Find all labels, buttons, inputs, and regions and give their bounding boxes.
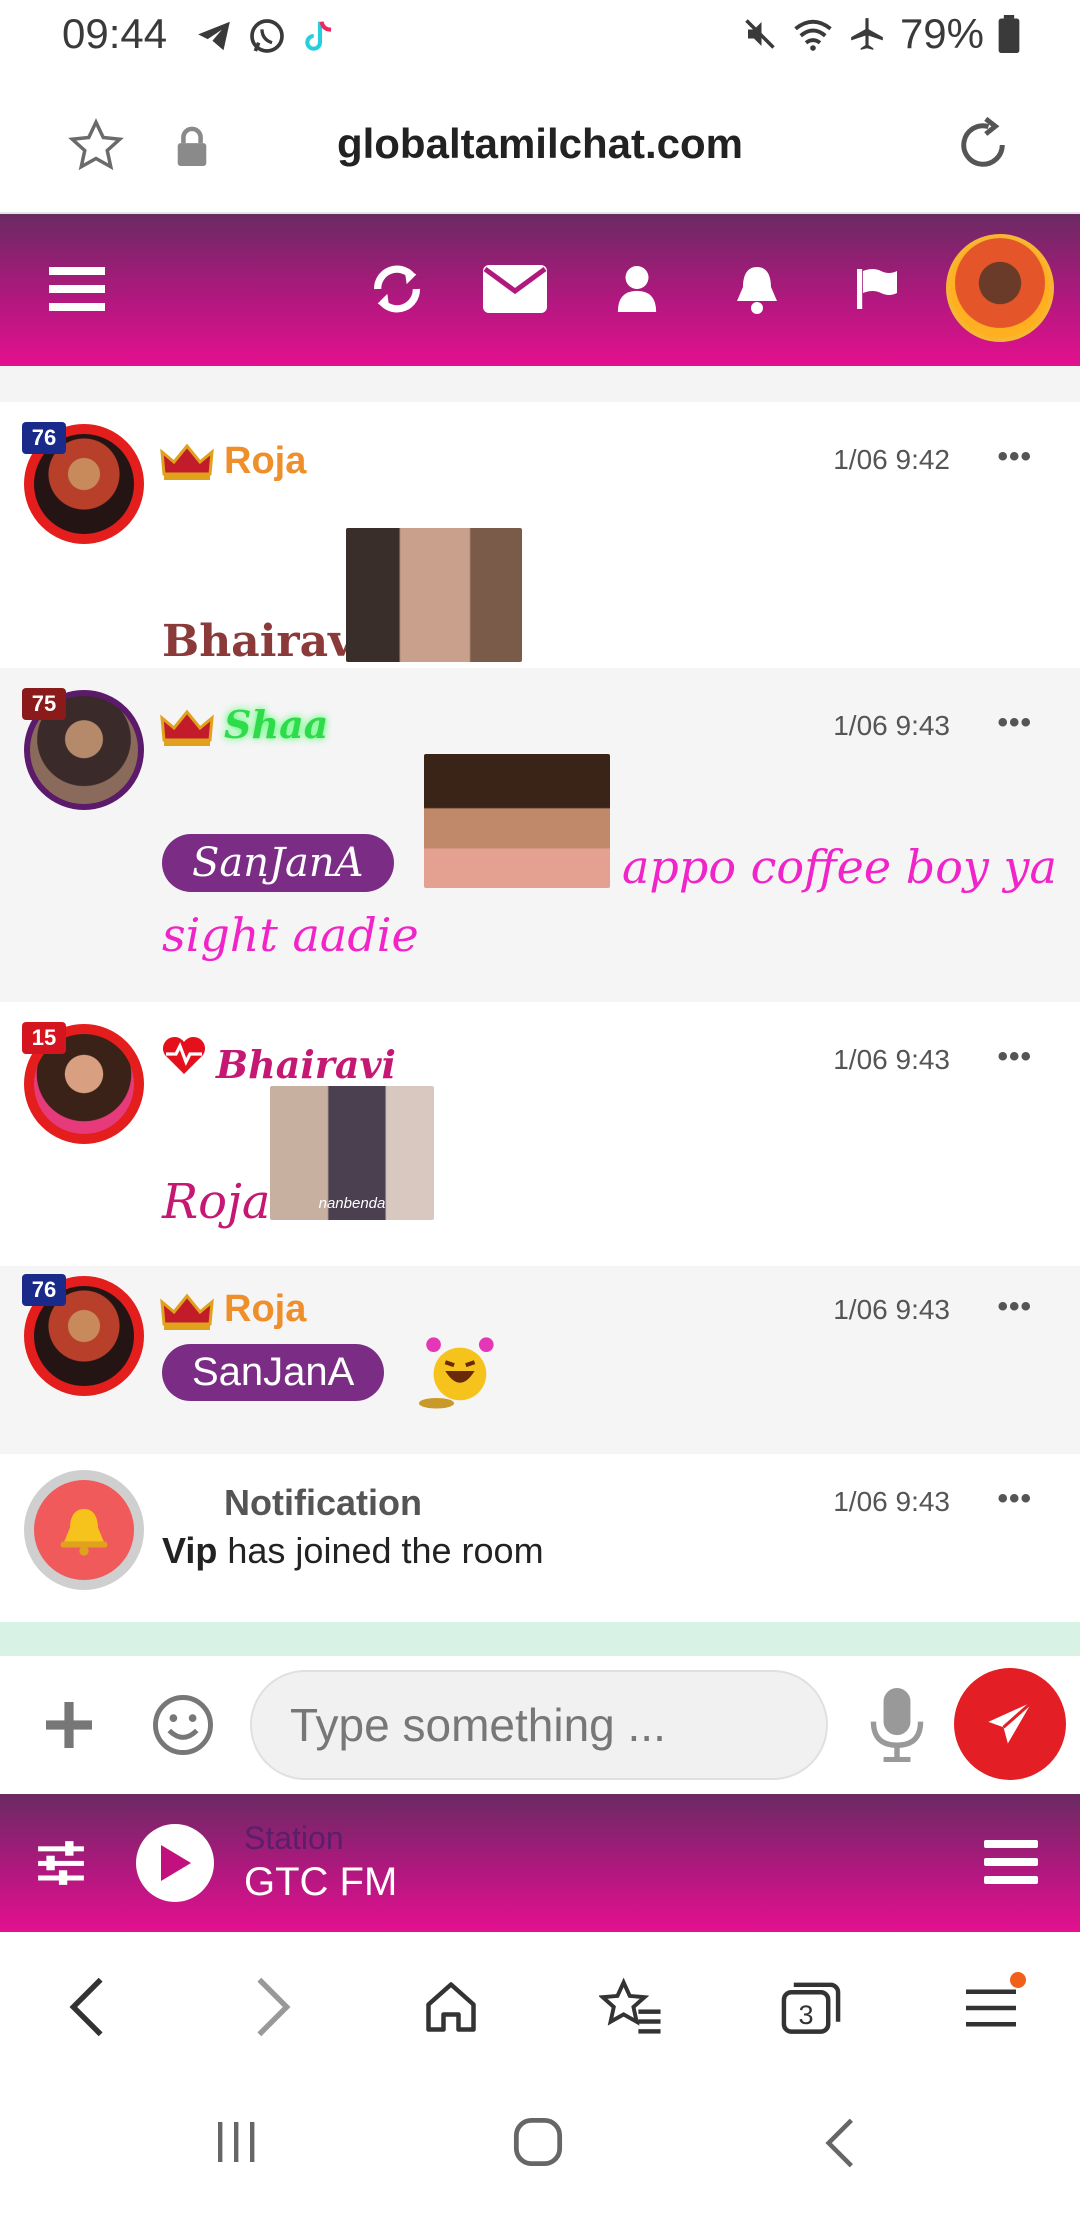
battery-icon bbox=[998, 15, 1020, 53]
mention-username[interactable]: SanJanA bbox=[162, 834, 394, 892]
home-icon[interactable] bbox=[416, 1972, 486, 2042]
add-attachment-icon[interactable] bbox=[46, 1702, 92, 1748]
notification-options-icon[interactable]: ••• bbox=[997, 1482, 1032, 1516]
microphone-icon[interactable] bbox=[870, 1688, 924, 1762]
status-time: 09:44 bbox=[62, 10, 168, 57]
username[interactable]: Bhairavi bbox=[216, 1042, 396, 1087]
report-flag-icon[interactable] bbox=[842, 254, 912, 324]
status-notification-icons bbox=[195, 12, 339, 60]
tab-count: 3 bbox=[799, 1999, 814, 2030]
play-icon bbox=[161, 1845, 191, 1881]
notification-time: 1/06 9:43 bbox=[833, 1486, 950, 1517]
airplane-mode-icon bbox=[851, 18, 883, 50]
emoji-picker-icon[interactable] bbox=[150, 1692, 216, 1758]
reload-icon[interactable] bbox=[950, 112, 1016, 178]
radio-player: Station GTC FM bbox=[0, 1794, 1080, 1932]
message-time: 1/06 9:42 bbox=[833, 444, 950, 475]
message-time: 1/06 9:43 bbox=[833, 1294, 950, 1325]
mute-icon bbox=[745, 19, 775, 49]
rank-badge: 75 bbox=[22, 688, 66, 720]
system-notification: Notification 1/06 9:43 ••• Vip has joine… bbox=[0, 1454, 1080, 1622]
my-avatar[interactable] bbox=[946, 234, 1054, 342]
messages-envelope-icon[interactable] bbox=[480, 254, 550, 324]
rank-badge: 15 bbox=[22, 1022, 66, 1054]
notification-user[interactable]: Vip bbox=[162, 1530, 217, 1571]
play-button[interactable] bbox=[136, 1824, 214, 1902]
user-profile-icon[interactable] bbox=[602, 254, 672, 324]
mention-pill[interactable]: SanJanA bbox=[162, 834, 394, 892]
typing-indicator-strip bbox=[0, 1622, 1080, 1656]
refresh-icon[interactable] bbox=[362, 254, 432, 324]
heartbeat-icon bbox=[162, 1036, 206, 1074]
wifi-icon bbox=[794, 19, 832, 51]
chat-message: 75 Shaa 1/06 9:43 ••• SanJanA appo coffe… bbox=[0, 668, 1080, 1002]
message-input[interactable]: Type something ... bbox=[250, 1670, 828, 1780]
browser-toolbar: 3 bbox=[0, 1932, 1080, 2082]
gif-caption: nanbenda bbox=[318, 1195, 386, 1212]
send-icon bbox=[988, 1701, 1033, 1744]
equalizer-settings-icon[interactable] bbox=[36, 1838, 86, 1888]
tabs-icon[interactable]: 3 bbox=[776, 1972, 846, 2042]
player-menu-icon[interactable] bbox=[984, 1840, 1038, 1884]
crown-icon bbox=[160, 443, 214, 480]
whatsapp-icon bbox=[250, 19, 284, 53]
chat-message: 76 Roja 1/06 9:43 ••• SanJanA bbox=[0, 1266, 1080, 1454]
crown-icon bbox=[160, 709, 214, 746]
username[interactable]: Roja bbox=[224, 440, 306, 483]
back-nav-icon[interactable] bbox=[820, 2118, 860, 2168]
message-time: 1/06 9:43 bbox=[833, 1044, 950, 1075]
browser-menu-icon[interactable] bbox=[956, 1972, 1026, 2042]
message-options-icon[interactable]: ••• bbox=[997, 1290, 1032, 1324]
notification-avatar bbox=[24, 1470, 144, 1590]
previous-message-edge bbox=[0, 366, 1080, 402]
message-composer: Type something ... bbox=[0, 1656, 1080, 1794]
forward-icon[interactable] bbox=[238, 1972, 308, 2042]
send-button[interactable] bbox=[954, 1668, 1066, 1780]
menu-icon[interactable] bbox=[42, 254, 112, 324]
chat-messages: 76 Roja 1/06 9:42 ••• Bhairavi 75 Shaa 1… bbox=[0, 366, 1080, 1656]
url-text[interactable]: globaltamilchat.com bbox=[0, 120, 1080, 168]
recent-apps-icon[interactable] bbox=[212, 2118, 260, 2166]
notification-title: Notification bbox=[224, 1482, 422, 1523]
message-text: appo coffee boy ya bbox=[622, 840, 1057, 894]
crown-icon bbox=[160, 1293, 214, 1330]
mention-pill[interactable]: SanJanA bbox=[162, 1344, 385, 1401]
telegram-icon bbox=[198, 21, 230, 51]
message-text-line2: sight aadie bbox=[162, 908, 419, 962]
status-bar: 09:44 79% bbox=[0, 0, 1080, 72]
message-options-icon[interactable]: ••• bbox=[997, 1040, 1032, 1074]
update-dot bbox=[1010, 1972, 1026, 1988]
system-nav-bar bbox=[0, 2082, 1080, 2220]
gif-image[interactable] bbox=[346, 528, 522, 662]
laughing-emoji-icon bbox=[418, 1337, 494, 1409]
rank-badge: 76 bbox=[22, 422, 66, 454]
app-header bbox=[0, 214, 1080, 366]
bookmarks-icon[interactable] bbox=[596, 1972, 666, 2042]
gif-image[interactable]: nanbenda bbox=[270, 1086, 434, 1220]
username[interactable]: Shaa bbox=[224, 702, 328, 747]
station-name: GTC FM bbox=[244, 1860, 398, 1904]
notification-body: Vip has joined the room bbox=[162, 1530, 544, 1572]
chat-message: 76 Roja 1/06 9:42 ••• Bhairavi bbox=[0, 402, 1080, 668]
message-text: Bhairavi bbox=[162, 616, 371, 667]
notifications-bell-icon[interactable] bbox=[722, 254, 792, 324]
home-nav-icon[interactable] bbox=[512, 2116, 564, 2168]
notification-text: has joined the room bbox=[227, 1530, 544, 1571]
battery-percent: 79% bbox=[899, 10, 984, 57]
chat-message: 15 Bhairavi 1/06 9:43 ••• nanbenda Roja bbox=[0, 1002, 1080, 1230]
station-label: Station bbox=[244, 1820, 344, 1856]
tiktok-icon bbox=[305, 21, 332, 51]
status-system-icons: 79% bbox=[742, 10, 1020, 58]
message-options-icon[interactable]: ••• bbox=[997, 706, 1032, 740]
message-text: Roja bbox=[162, 1174, 271, 1230]
bell-icon bbox=[60, 1509, 108, 1556]
browser-url-bar: globaltamilchat.com bbox=[0, 72, 1080, 212]
mention-username[interactable]: SanJanA bbox=[162, 1344, 385, 1401]
back-icon[interactable] bbox=[52, 1972, 122, 2042]
gif-image[interactable] bbox=[424, 754, 610, 888]
rank-badge: 76 bbox=[22, 1274, 66, 1306]
username[interactable]: Roja bbox=[224, 1288, 306, 1331]
message-time: 1/06 9:43 bbox=[833, 710, 950, 741]
message-options-icon[interactable]: ••• bbox=[997, 440, 1032, 474]
